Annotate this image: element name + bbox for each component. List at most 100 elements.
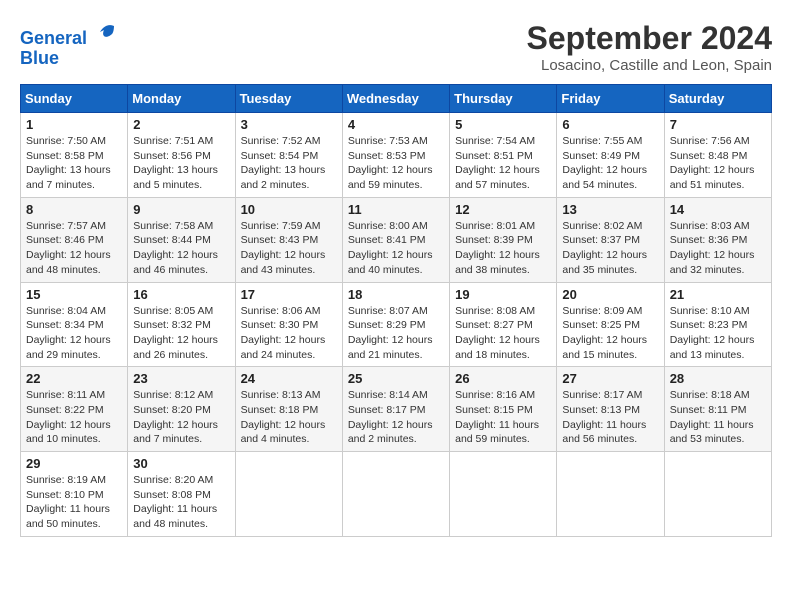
header-monday: Monday <box>128 85 235 113</box>
day-info: Sunrise: 8:02 AM Sunset: 8:37 PM Dayligh… <box>562 219 658 278</box>
day-info: Sunrise: 8:16 AM Sunset: 8:15 PM Dayligh… <box>455 388 551 447</box>
day-info: Sunrise: 7:51 AM Sunset: 8:56 PM Dayligh… <box>133 134 229 193</box>
calendar-cell: 13 Sunrise: 8:02 AM Sunset: 8:37 PM Dayli… <box>557 197 664 282</box>
calendar-cell: 15 Sunrise: 8:04 AM Sunset: 8:34 PM Dayli… <box>21 282 128 367</box>
calendar-cell: 3 Sunrise: 7:52 AM Sunset: 8:54 PM Daylig… <box>235 113 342 198</box>
header-wednesday: Wednesday <box>342 85 449 113</box>
calendar-table: SundayMondayTuesdayWednesdayThursdayFrid… <box>20 84 772 537</box>
calendar-cell: 28 Sunrise: 8:18 AM Sunset: 8:11 PM Dayli… <box>664 367 771 452</box>
day-number: 30 <box>133 456 229 471</box>
calendar-cell: 19 Sunrise: 8:08 AM Sunset: 8:27 PM Dayli… <box>450 282 557 367</box>
day-number: 27 <box>562 371 658 386</box>
logo-text: General Blue <box>20 20 118 69</box>
day-info: Sunrise: 8:03 AM Sunset: 8:36 PM Dayligh… <box>670 219 766 278</box>
day-info: Sunrise: 7:53 AM Sunset: 8:53 PM Dayligh… <box>348 134 444 193</box>
day-number: 17 <box>241 287 337 302</box>
calendar-cell: 4 Sunrise: 7:53 AM Sunset: 8:53 PM Daylig… <box>342 113 449 198</box>
calendar-week-1: 1 Sunrise: 7:50 AM Sunset: 8:58 PM Daylig… <box>21 113 772 198</box>
logo-general: General <box>20 28 87 48</box>
calendar-cell: 18 Sunrise: 8:07 AM Sunset: 8:29 PM Dayli… <box>342 282 449 367</box>
day-info: Sunrise: 8:18 AM Sunset: 8:11 PM Dayligh… <box>670 388 766 447</box>
calendar-week-3: 15 Sunrise: 8:04 AM Sunset: 8:34 PM Dayli… <box>21 282 772 367</box>
day-number: 25 <box>348 371 444 386</box>
day-info: Sunrise: 7:50 AM Sunset: 8:58 PM Dayligh… <box>26 134 122 193</box>
calendar-cell <box>342 452 449 537</box>
day-number: 26 <box>455 371 551 386</box>
calendar-cell: 16Sunrise: 8:05 AM Sunset: 8:32 PM Dayli… <box>128 282 235 367</box>
calendar-cell <box>557 452 664 537</box>
day-info: Sunrise: 8:04 AM Sunset: 8:34 PM Dayligh… <box>26 304 122 363</box>
day-number: 6 <box>562 117 658 132</box>
day-number: 4 <box>348 117 444 132</box>
day-info: Sunrise: 8:12 AM Sunset: 8:20 PM Dayligh… <box>133 388 229 447</box>
header-saturday: Saturday <box>664 85 771 113</box>
month-title: September 2024 <box>527 20 772 57</box>
day-number: 22 <box>26 371 122 386</box>
calendar-cell: 8 Sunrise: 7:57 AM Sunset: 8:46 PM Daylig… <box>21 197 128 282</box>
day-info: Sunrise: 7:57 AM Sunset: 8:46 PM Dayligh… <box>26 219 122 278</box>
calendar-cell: 17Sunrise: 8:06 AM Sunset: 8:30 PM Dayli… <box>235 282 342 367</box>
day-number: 13 <box>562 202 658 217</box>
day-number: 7 <box>670 117 766 132</box>
day-number: 28 <box>670 371 766 386</box>
calendar-cell <box>235 452 342 537</box>
day-number: 5 <box>455 117 551 132</box>
location-title: Losacino, Castille and Leon, Spain <box>527 57 772 74</box>
day-number: 16 <box>133 287 229 302</box>
day-number: 9 <box>133 202 229 217</box>
day-info: Sunrise: 7:55 AM Sunset: 8:49 PM Dayligh… <box>562 134 658 193</box>
calendar-week-5: 29Sunrise: 8:19 AM Sunset: 8:10 PM Dayli… <box>21 452 772 537</box>
calendar-cell: 25 Sunrise: 8:14 AM Sunset: 8:17 PM Dayli… <box>342 367 449 452</box>
calendar-week-2: 8 Sunrise: 7:57 AM Sunset: 8:46 PM Daylig… <box>21 197 772 282</box>
day-number: 8 <box>26 202 122 217</box>
day-info: Sunrise: 8:20 AM Sunset: 8:08 PM Dayligh… <box>133 473 229 532</box>
calendar-cell: 14 Sunrise: 8:03 AM Sunset: 8:36 PM Dayli… <box>664 197 771 282</box>
day-number: 11 <box>348 202 444 217</box>
day-info: Sunrise: 8:11 AM Sunset: 8:22 PM Dayligh… <box>26 388 122 447</box>
day-number: 21 <box>670 287 766 302</box>
calendar-cell: 12Sunrise: 8:01 AM Sunset: 8:39 PM Dayli… <box>450 197 557 282</box>
day-number: 10 <box>241 202 337 217</box>
day-number: 24 <box>241 371 337 386</box>
calendar-cell: 10Sunrise: 7:59 AM Sunset: 8:43 PM Dayli… <box>235 197 342 282</box>
calendar-cell: 7 Sunrise: 7:56 AM Sunset: 8:48 PM Daylig… <box>664 113 771 198</box>
day-number: 15 <box>26 287 122 302</box>
day-number: 19 <box>455 287 551 302</box>
day-info: Sunrise: 7:58 AM Sunset: 8:44 PM Dayligh… <box>133 219 229 278</box>
day-info: Sunrise: 7:56 AM Sunset: 8:48 PM Dayligh… <box>670 134 766 193</box>
day-number: 1 <box>26 117 122 132</box>
day-info: Sunrise: 8:07 AM Sunset: 8:29 PM Dayligh… <box>348 304 444 363</box>
day-info: Sunrise: 8:08 AM Sunset: 8:27 PM Dayligh… <box>455 304 551 363</box>
day-number: 14 <box>670 202 766 217</box>
day-number: 3 <box>241 117 337 132</box>
day-info: Sunrise: 7:52 AM Sunset: 8:54 PM Dayligh… <box>241 134 337 193</box>
day-number: 20 <box>562 287 658 302</box>
day-number: 18 <box>348 287 444 302</box>
calendar-cell: 11 Sunrise: 8:00 AM Sunset: 8:41 PM Dayli… <box>342 197 449 282</box>
logo-bird-icon <box>94 20 118 44</box>
header-friday: Friday <box>557 85 664 113</box>
calendar-cell: 30 Sunrise: 8:20 AM Sunset: 8:08 PM Dayli… <box>128 452 235 537</box>
logo: General Blue <box>20 20 118 69</box>
day-info: Sunrise: 8:17 AM Sunset: 8:13 PM Dayligh… <box>562 388 658 447</box>
day-number: 29 <box>26 456 122 471</box>
header-thursday: Thursday <box>450 85 557 113</box>
calendar-header-row: SundayMondayTuesdayWednesdayThursdayFrid… <box>21 85 772 113</box>
calendar-cell: 20 Sunrise: 8:09 AM Sunset: 8:25 PM Dayli… <box>557 282 664 367</box>
day-number: 12 <box>455 202 551 217</box>
day-info: Sunrise: 8:13 AM Sunset: 8:18 PM Dayligh… <box>241 388 337 447</box>
day-number: 2 <box>133 117 229 132</box>
calendar-cell: 2 Sunrise: 7:51 AM Sunset: 8:56 PM Daylig… <box>128 113 235 198</box>
day-info: Sunrise: 8:00 AM Sunset: 8:41 PM Dayligh… <box>348 219 444 278</box>
header-sunday: Sunday <box>21 85 128 113</box>
calendar-cell: 21 Sunrise: 8:10 AM Sunset: 8:23 PM Dayli… <box>664 282 771 367</box>
calendar-cell <box>450 452 557 537</box>
day-number: 23 <box>133 371 229 386</box>
logo-blue: Blue <box>20 48 59 68</box>
day-info: Sunrise: 8:14 AM Sunset: 8:17 PM Dayligh… <box>348 388 444 447</box>
day-info: Sunrise: 8:10 AM Sunset: 8:23 PM Dayligh… <box>670 304 766 363</box>
calendar-cell: 5Sunrise: 7:54 AM Sunset: 8:51 PM Daylig… <box>450 113 557 198</box>
calendar-cell: 22 Sunrise: 8:11 AM Sunset: 8:22 PM Dayli… <box>21 367 128 452</box>
header-tuesday: Tuesday <box>235 85 342 113</box>
day-info: Sunrise: 8:09 AM Sunset: 8:25 PM Dayligh… <box>562 304 658 363</box>
